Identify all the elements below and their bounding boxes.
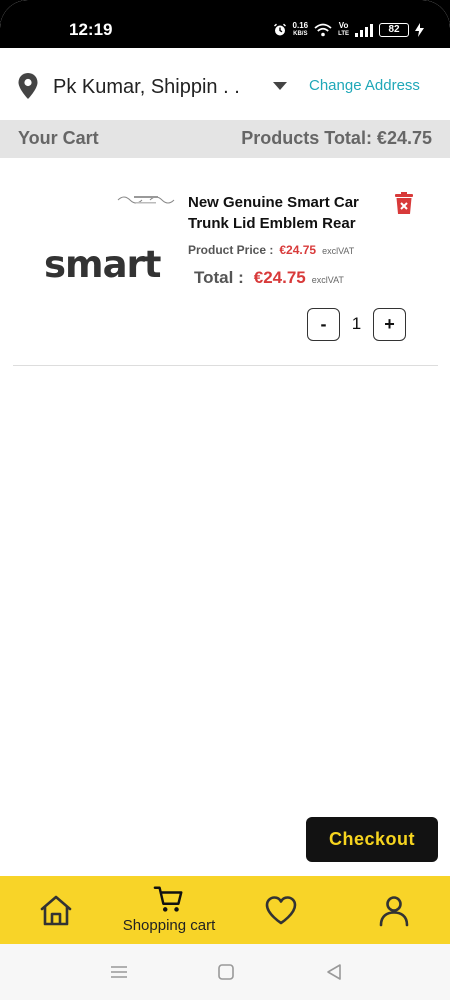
home-square-icon[interactable] <box>216 962 236 982</box>
image-caption-decoration <box>117 196 175 204</box>
item-total-vat: exclVAT <box>311 275 344 285</box>
product-title[interactable]: New Genuine Smart Car Trunk Lid Emblem R… <box>188 192 388 234</box>
item-total-label: Total : <box>194 268 244 287</box>
cart-header: Your Cart Products Total: €24.75 <box>0 120 450 158</box>
system-navigation-bar <box>0 944 450 1000</box>
app-screen: 12:19 0.16 KB/S Vo LTE 82 Pk Kumar, Ship… <box>0 0 450 1000</box>
quantity-stepper: - 1 + <box>307 307 406 341</box>
net-speed: 0.16 KB/S <box>292 21 309 38</box>
chevron-down-icon[interactable] <box>273 82 287 90</box>
decrease-quantity-button[interactable]: - <box>307 307 340 341</box>
cart-item: smart New Genuine Smart Car Trunk Lid Em… <box>13 172 438 366</box>
status-time: 12:19 <box>69 20 113 39</box>
home-icon <box>40 895 72 926</box>
signal-icon <box>355 23 373 37</box>
checkout-button[interactable]: Checkout <box>306 817 438 862</box>
shipping-address[interactable]: Pk Kumar, Shippin . . <box>53 76 240 99</box>
alarm-icon <box>273 23 286 36</box>
product-price: €24.75 <box>279 243 317 257</box>
cart-icon <box>153 886 183 912</box>
nav-wishlist[interactable] <box>264 894 298 950</box>
item-total: €24.75 <box>253 268 306 287</box>
charging-icon <box>415 23 424 37</box>
user-icon <box>379 896 409 927</box>
product-price-label: Product Price : <box>188 243 274 257</box>
address-bar[interactable]: Pk Kumar, Shippin . . Change Address <box>0 48 450 120</box>
cart-title: Your Cart <box>18 128 99 148</box>
product-image[interactable]: smart <box>13 172 183 312</box>
heart-icon <box>265 896 297 925</box>
nav-home[interactable] <box>39 894 73 950</box>
products-total: Products Total: €24.75 <box>241 128 432 148</box>
location-pin-icon <box>18 73 38 99</box>
change-address-link[interactable]: Change Address <box>309 77 420 94</box>
product-price-row: Product Price : €24.75 exclVAT <box>188 243 354 257</box>
back-icon[interactable] <box>324 962 344 982</box>
nav-profile[interactable] <box>377 894 411 950</box>
bottom-nav: Shopping cart <box>0 876 450 944</box>
battery-indicator: 82 <box>379 23 409 37</box>
brand-logo: smart <box>44 243 161 286</box>
quantity-value: 1 <box>351 314 362 333</box>
volte-indicator: Vo LTE <box>338 21 349 38</box>
status-icons: 0.16 KB/S Vo LTE 82 <box>273 20 424 40</box>
status-bar: 12:19 0.16 KB/S Vo LTE 82 <box>0 0 450 48</box>
delete-icon[interactable] <box>395 192 413 214</box>
menu-icon[interactable] <box>109 962 129 982</box>
item-total-row: Total : €24.75 exclVAT <box>194 268 344 288</box>
wifi-icon <box>314 23 332 37</box>
increase-quantity-button[interactable]: + <box>373 307 406 341</box>
nav-shopping-cart[interactable]: Shopping cart <box>117 884 221 940</box>
nav-shopping-cart-label: Shopping cart <box>122 917 216 934</box>
product-price-vat: exclVAT <box>322 246 355 256</box>
